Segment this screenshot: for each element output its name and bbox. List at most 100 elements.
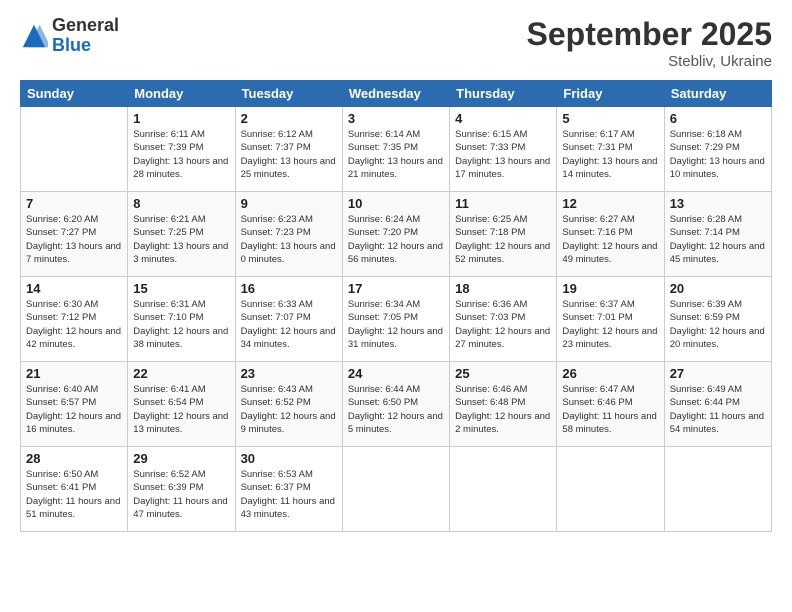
day-number: 10 (348, 196, 444, 211)
day-number: 6 (670, 111, 766, 126)
col-header-saturday: Saturday (664, 81, 771, 107)
col-header-thursday: Thursday (450, 81, 557, 107)
day-number: 8 (133, 196, 229, 211)
day-number: 3 (348, 111, 444, 126)
day-number: 28 (26, 451, 122, 466)
col-header-monday: Monday (128, 81, 235, 107)
calendar-cell: 5 Sunrise: 6:17 AMSunset: 7:31 PMDaylight… (557, 107, 664, 192)
day-number: 12 (562, 196, 658, 211)
calendar-cell: 18 Sunrise: 6:36 AMSunset: 7:03 PMDayligh… (450, 277, 557, 362)
calendar-cell: 2 Sunrise: 6:12 AMSunset: 7:37 PMDaylight… (235, 107, 342, 192)
day-number: 1 (133, 111, 229, 126)
calendar-cell: 30Sunrise: 6:53 AMSunset: 6:37 PMDayligh… (235, 447, 342, 532)
cell-info: Sunrise: 6:31 AMSunset: 7:10 PMDaylight:… (133, 298, 229, 351)
calendar-cell: 14 Sunrise: 6:30 AMSunset: 7:12 PMDayligh… (21, 277, 128, 362)
title-section: September 2025 Stebliv, Ukraine (527, 16, 772, 70)
cell-info: Sunrise: 6:11 AMSunset: 7:39 PMDaylight:… (133, 128, 229, 181)
calendar-cell: 28Sunrise: 6:50 AMSunset: 6:41 PMDayligh… (21, 447, 128, 532)
calendar-cell: 13 Sunrise: 6:28 AMSunset: 7:14 PMDayligh… (664, 192, 771, 277)
day-number: 21 (26, 366, 122, 381)
day-number: 29 (133, 451, 229, 466)
day-number: 24 (348, 366, 444, 381)
day-number: 15 (133, 281, 229, 296)
cell-info: Sunrise: 6:53 AMSunset: 6:37 PMDaylight:… (241, 468, 337, 521)
cell-info: Sunrise: 6:15 AMSunset: 7:33 PMDaylight:… (455, 128, 551, 181)
cell-info: Sunrise: 6:30 AMSunset: 7:12 PMDaylight:… (26, 298, 122, 351)
calendar-cell (450, 447, 557, 532)
cell-info: Sunrise: 6:39 AMSunset: 6:59 PMDaylight:… (670, 298, 766, 351)
calendar-cell: 7 Sunrise: 6:20 AMSunset: 7:27 PMDaylight… (21, 192, 128, 277)
calendar-cell (342, 447, 449, 532)
calendar-cell: 3 Sunrise: 6:14 AMSunset: 7:35 PMDaylight… (342, 107, 449, 192)
calendar-cell: 26Sunrise: 6:47 AMSunset: 6:46 PMDayligh… (557, 362, 664, 447)
day-number: 23 (241, 366, 337, 381)
header: General Blue September 2025 Stebliv, Ukr… (20, 16, 772, 70)
calendar-cell: 25 Sunrise: 6:46 AMSunset: 6:48 PMDayligh… (450, 362, 557, 447)
calendar-cell: 6Sunrise: 6:18 AMSunset: 7:29 PMDaylight… (664, 107, 771, 192)
calendar-table: SundayMondayTuesdayWednesdayThursdayFrid… (20, 80, 772, 532)
cell-info: Sunrise: 6:49 AMSunset: 6:44 PMDaylight:… (670, 383, 766, 436)
col-header-friday: Friday (557, 81, 664, 107)
day-number: 13 (670, 196, 766, 211)
day-number: 27 (670, 366, 766, 381)
cell-info: Sunrise: 6:36 AMSunset: 7:03 PMDaylight:… (455, 298, 551, 351)
calendar-cell: 12 Sunrise: 6:27 AMSunset: 7:16 PMDayligh… (557, 192, 664, 277)
calendar-cell: 4Sunrise: 6:15 AMSunset: 7:33 PMDaylight… (450, 107, 557, 192)
calendar-cell: 29 Sunrise: 6:52 AMSunset: 6:39 PMDayligh… (128, 447, 235, 532)
cell-info: Sunrise: 6:21 AMSunset: 7:25 PMDaylight:… (133, 213, 229, 266)
calendar-cell: 8 Sunrise: 6:21 AMSunset: 7:25 PMDaylight… (128, 192, 235, 277)
day-number: 5 (562, 111, 658, 126)
cell-info: Sunrise: 6:28 AMSunset: 7:14 PMDaylight:… (670, 213, 766, 266)
cell-info: Sunrise: 6:52 AMSunset: 6:39 PMDaylight:… (133, 468, 229, 521)
calendar-cell: 17 Sunrise: 6:34 AMSunset: 7:05 PMDayligh… (342, 277, 449, 362)
calendar-cell: 19 Sunrise: 6:37 AMSunset: 7:01 PMDayligh… (557, 277, 664, 362)
col-header-tuesday: Tuesday (235, 81, 342, 107)
day-number: 17 (348, 281, 444, 296)
calendar-week-row: 21 Sunrise: 6:40 AMSunset: 6:57 PMDayligh… (21, 362, 772, 447)
day-number: 20 (670, 281, 766, 296)
calendar-cell: 20 Sunrise: 6:39 AMSunset: 6:59 PMDayligh… (664, 277, 771, 362)
cell-info: Sunrise: 6:14 AMSunset: 7:35 PMDaylight:… (348, 128, 444, 181)
calendar-cell: 21 Sunrise: 6:40 AMSunset: 6:57 PMDayligh… (21, 362, 128, 447)
cell-info: Sunrise: 6:37 AMSunset: 7:01 PMDaylight:… (562, 298, 658, 351)
calendar-header-row: SundayMondayTuesdayWednesdayThursdayFrid… (21, 81, 772, 107)
cell-info: Sunrise: 6:34 AMSunset: 7:05 PMDaylight:… (348, 298, 444, 351)
cell-info: Sunrise: 6:20 AMSunset: 7:27 PMDaylight:… (26, 213, 122, 266)
logo-text: General Blue (52, 16, 119, 56)
page: General Blue September 2025 Stebliv, Ukr… (0, 0, 792, 612)
cell-info: Sunrise: 6:25 AMSunset: 7:18 PMDaylight:… (455, 213, 551, 266)
day-number: 14 (26, 281, 122, 296)
location-subtitle: Stebliv, Ukraine (527, 53, 772, 70)
calendar-cell: 24 Sunrise: 6:44 AMSunset: 6:50 PMDayligh… (342, 362, 449, 447)
calendar-week-row: 7 Sunrise: 6:20 AMSunset: 7:27 PMDaylight… (21, 192, 772, 277)
calendar-week-row: 1 Sunrise: 6:11 AMSunset: 7:39 PMDaylight… (21, 107, 772, 192)
calendar-week-row: 14 Sunrise: 6:30 AMSunset: 7:12 PMDayligh… (21, 277, 772, 362)
day-number: 2 (241, 111, 337, 126)
calendar-cell: 15 Sunrise: 6:31 AMSunset: 7:10 PMDayligh… (128, 277, 235, 362)
day-number: 25 (455, 366, 551, 381)
calendar-cell: 16Sunrise: 6:33 AMSunset: 7:07 PMDayligh… (235, 277, 342, 362)
calendar-cell: 22Sunrise: 6:41 AMSunset: 6:54 PMDayligh… (128, 362, 235, 447)
day-number: 16 (241, 281, 337, 296)
calendar-cell: 11 Sunrise: 6:25 AMSunset: 7:18 PMDayligh… (450, 192, 557, 277)
logo: General Blue (20, 16, 119, 56)
cell-info: Sunrise: 6:40 AMSunset: 6:57 PMDaylight:… (26, 383, 122, 436)
cell-info: Sunrise: 6:44 AMSunset: 6:50 PMDaylight:… (348, 383, 444, 436)
day-number: 19 (562, 281, 658, 296)
day-number: 11 (455, 196, 551, 211)
cell-info: Sunrise: 6:46 AMSunset: 6:48 PMDaylight:… (455, 383, 551, 436)
calendar-week-row: 28Sunrise: 6:50 AMSunset: 6:41 PMDayligh… (21, 447, 772, 532)
cell-info: Sunrise: 6:12 AMSunset: 7:37 PMDaylight:… (241, 128, 337, 181)
month-title: September 2025 (527, 16, 772, 53)
cell-info: Sunrise: 6:17 AMSunset: 7:31 PMDaylight:… (562, 128, 658, 181)
calendar-cell: 10Sunrise: 6:24 AMSunset: 7:20 PMDayligh… (342, 192, 449, 277)
calendar-cell: 9Sunrise: 6:23 AMSunset: 7:23 PMDaylight… (235, 192, 342, 277)
day-number: 18 (455, 281, 551, 296)
cell-info: Sunrise: 6:47 AMSunset: 6:46 PMDaylight:… (562, 383, 658, 436)
calendar-cell (21, 107, 128, 192)
day-number: 7 (26, 196, 122, 211)
calendar-cell: 1 Sunrise: 6:11 AMSunset: 7:39 PMDaylight… (128, 107, 235, 192)
cell-info: Sunrise: 6:23 AMSunset: 7:23 PMDaylight:… (241, 213, 337, 266)
calendar-cell (664, 447, 771, 532)
cell-info: Sunrise: 6:27 AMSunset: 7:16 PMDaylight:… (562, 213, 658, 266)
